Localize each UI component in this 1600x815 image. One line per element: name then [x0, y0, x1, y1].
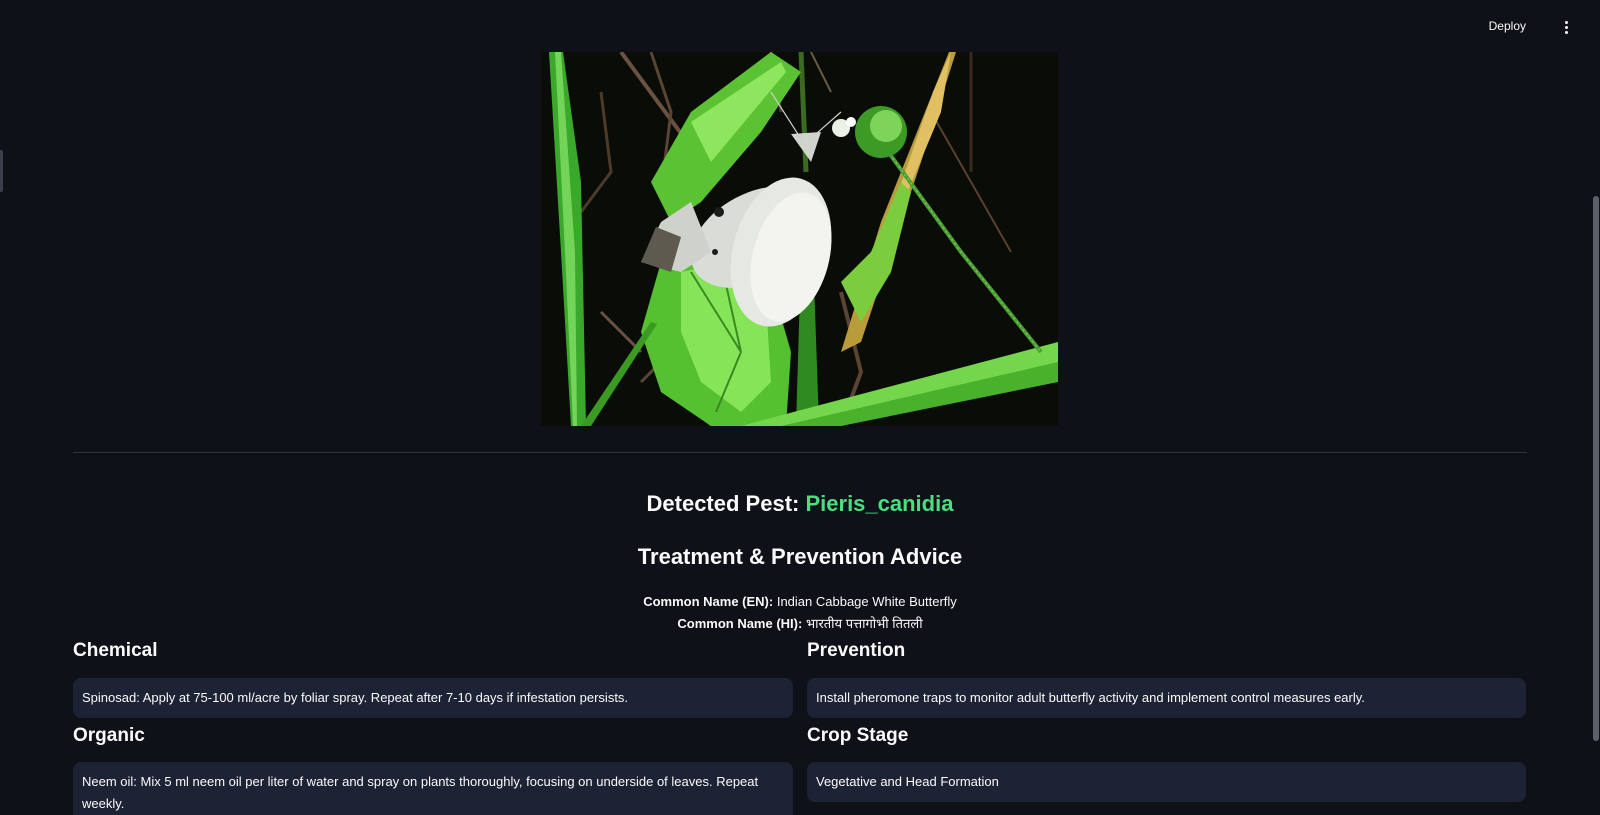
- common-name-hi-value: भारतीय पत्तागोभी तितली: [805, 616, 923, 631]
- common-name-hi-label: Common Name (HI):: [677, 616, 803, 631]
- prevention-card: Install pheromone traps to monitor adult…: [807, 678, 1526, 718]
- scrollbar-thumb[interactable]: [1593, 196, 1599, 741]
- kebab-menu-icon[interactable]: [1558, 17, 1574, 37]
- organic-card: Neem oil: Mix 5 ml neem oil per liter of…: [73, 762, 793, 815]
- app-root: Deploy Detected Pest: Pieris_canidia Tre…: [0, 0, 1600, 815]
- common-names: Common Name (EN): Indian Cabbage White B…: [0, 591, 1600, 635]
- detected-pest-name: Pieris_canidia: [805, 491, 954, 516]
- chemical-heading: Chemical: [73, 640, 158, 661]
- chemical-card: Spinosad: Apply at 75-100 ml/acre by fol…: [73, 678, 793, 718]
- crop-stage-card: Vegetative and Head Formation: [807, 762, 1526, 802]
- pest-image: [541, 52, 1058, 426]
- advice-title: Treatment & Prevention Advice: [637, 544, 963, 569]
- detected-pest-label: Detected Pest:: [646, 491, 800, 516]
- scrollbar[interactable]: [1592, 0, 1600, 815]
- divider: [73, 452, 1527, 453]
- common-name-en-value: Indian Cabbage White Butterfly: [776, 594, 957, 609]
- detected-pest-heading: Detected Pest: Pieris_canidia: [0, 491, 1600, 517]
- organic-heading: Organic: [73, 725, 145, 746]
- prevention-heading: Prevention: [807, 640, 906, 661]
- sidebar-collapse-edge[interactable]: [0, 150, 3, 192]
- common-name-en-label: Common Name (EN):: [643, 594, 774, 609]
- common-name-en: Common Name (EN): Indian Cabbage White B…: [0, 591, 1600, 613]
- deploy-button[interactable]: Deploy: [1485, 17, 1530, 35]
- common-name-hi: Common Name (HI): भारतीय पत्तागोभी तितली: [0, 613, 1600, 635]
- crop-stage-heading: Crop Stage: [807, 725, 909, 746]
